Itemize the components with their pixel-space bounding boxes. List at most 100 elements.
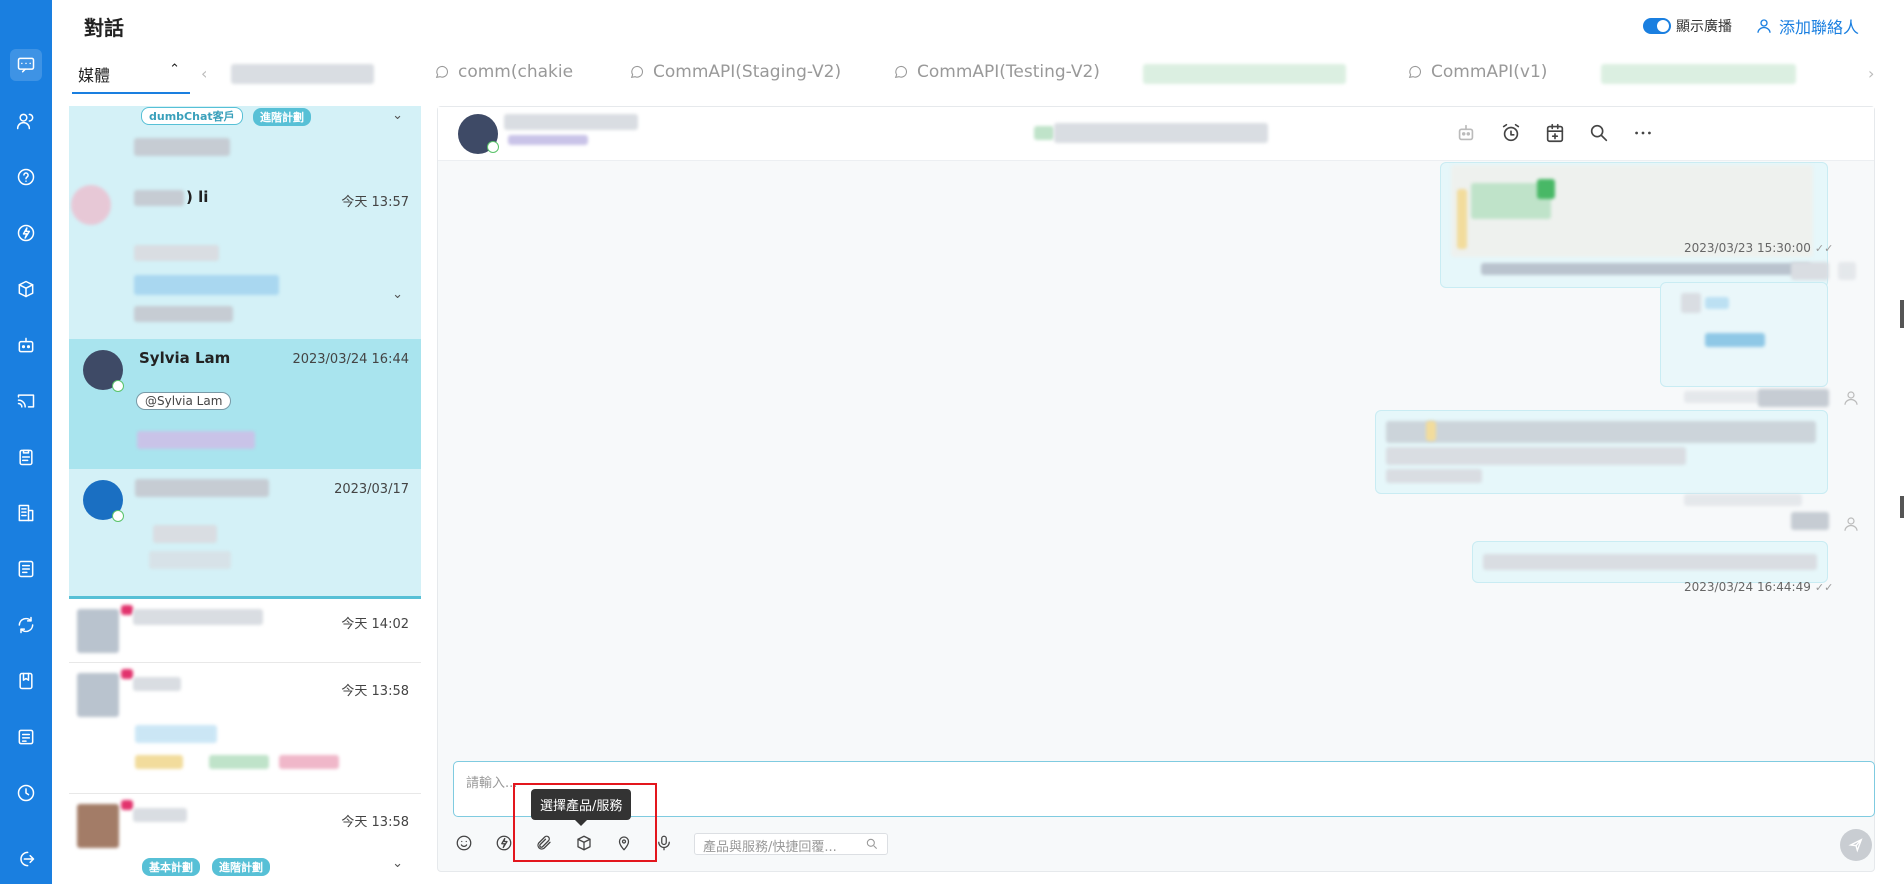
tabs-prev-arrow[interactable]: ‹ <box>201 64 207 83</box>
message-preview <box>135 725 217 743</box>
mention-tag: @Sylvia Lam <box>136 392 232 410</box>
document-icon[interactable] <box>10 553 42 585</box>
sender-name-redacted <box>1791 512 1829 530</box>
message-preview <box>134 138 230 156</box>
conversation-time: 今天 13:57 <box>341 195 409 210</box>
message-content-redacted <box>1705 297 1729 309</box>
conversation-item[interactable]: 今天 14:02 <box>69 599 421 662</box>
send-icon <box>1848 838 1863 853</box>
alarm-clock-icon[interactable] <box>1500 122 1524 146</box>
timestamp-redacted <box>1684 494 1802 506</box>
contact-name-redacted <box>133 677 181 691</box>
calendar-add-icon[interactable] <box>1544 122 1568 146</box>
channel-name-redacted <box>1054 123 1268 143</box>
add-contact-button[interactable]: 添加聯絡人 <box>1755 14 1859 38</box>
chevron-down-icon[interactable]: ⌄ <box>392 108 403 123</box>
message-input[interactable]: 請輸入... <box>453 761 1875 817</box>
contact-name-redacted <box>133 808 187 822</box>
whatsapp-icon <box>435 65 448 79</box>
channel-tab-redacted[interactable] <box>1601 64 1796 84</box>
message-bubble-location[interactable] <box>1440 162 1828 288</box>
help-icon[interactable] <box>10 161 42 193</box>
conversation-item[interactable]: 今天 13:58 <box>69 663 421 793</box>
robot-icon[interactable] <box>10 329 42 361</box>
message-content-redacted <box>1386 421 1816 443</box>
whatsapp-icon <box>1408 65 1421 79</box>
channel-tab-redacted[interactable] <box>1143 64 1346 84</box>
conversation-item[interactable]: dumbChat客戶 進階計劃 ⌄ <box>69 106 421 169</box>
sync-icon[interactable] <box>10 609 42 641</box>
channel-tab-staging[interactable]: CommAPI(Staging-V2) <box>629 62 841 82</box>
read-receipt-icon: ✓✓ <box>1814 581 1834 594</box>
more-icon[interactable] <box>1632 122 1656 146</box>
building-icon[interactable] <box>10 497 42 529</box>
message-timestamp: 2023/03/24 16:44:49 ✓✓ <box>1684 580 1833 594</box>
channel-tab-label: comm(chakie <box>458 62 574 82</box>
conversation-item[interactable]: 2023/03/17 <box>69 469 421 599</box>
contact-name: Sylvia Lam <box>139 349 231 367</box>
chevron-down-icon[interactable]: ⌄ <box>392 856 403 871</box>
broadcast-toggle-group[interactable]: 顯示廣播 <box>1643 16 1732 36</box>
conversation-list: dumbChat客戶 進階計劃 ⌄ ) li 今天 13:57 ⌄ Sylvia… <box>69 106 421 884</box>
emoji-icon[interactable] <box>453 832 475 854</box>
message-input-placeholder: 請輸入... <box>466 776 518 791</box>
quick-reply-search-input[interactable]: 產品與服務/快捷回覆... <box>694 833 888 855</box>
avatar <box>77 673 119 717</box>
media-tab-label: 媒體 <box>78 66 111 85</box>
scroll-indicator[interactable] <box>1900 300 1904 328</box>
channel-tab-redacted[interactable] <box>231 64 374 84</box>
conversation-item[interactable]: ) li 今天 13:57 ⌄ <box>69 169 421 339</box>
package-icon[interactable] <box>10 273 42 305</box>
clock-icon[interactable] <box>10 777 42 809</box>
chat-panel: 2023/03/23 15:30:00 ✓✓ 2023/03/24 16:44:4… <box>437 106 1875 872</box>
contact-name-redacted <box>133 609 263 625</box>
chevron-up-icon[interactable]: ⌃ <box>169 62 180 77</box>
search-icon[interactable] <box>1588 122 1612 146</box>
channel-tab-testing[interactable]: CommAPI(Testing-V2) <box>893 62 1100 82</box>
scroll-indicator[interactable] <box>1900 496 1904 518</box>
tag-advanced-plan: 進階計劃 <box>212 858 270 876</box>
left-nav-rail <box>0 0 52 884</box>
message-preview <box>134 245 219 261</box>
broadcast-label: 顯示廣播 <box>1676 19 1732 35</box>
message-bubble[interactable] <box>1660 282 1828 387</box>
channel-tab-comm-chakie[interactable]: comm(chakie <box>434 62 573 82</box>
quick-reply-icon[interactable] <box>493 832 515 854</box>
sender-name-redacted <box>1791 262 1829 280</box>
badge-icon[interactable] <box>10 665 42 697</box>
conversation-time: 今天 13:58 <box>341 684 409 699</box>
avatar <box>71 185 111 225</box>
send-button[interactable] <box>1840 829 1872 861</box>
notes-icon[interactable] <box>10 721 42 753</box>
channel-badge-redacted <box>1034 126 1054 140</box>
message-preview <box>135 755 183 769</box>
map-preview <box>1537 179 1555 199</box>
cast-icon[interactable] <box>10 385 42 417</box>
message-timestamp: 2023/03/23 15:30:00 ✓✓ <box>1684 241 1833 255</box>
conversation-item[interactable]: 今天 13:58 基本計劃 進階計劃 ⌄ <box>69 794 421 884</box>
user-icon <box>1842 389 1860 407</box>
contacts-icon[interactable] <box>10 105 42 137</box>
broadcast-toggle[interactable] <box>1643 18 1671 34</box>
logout-icon[interactable] <box>10 843 42 875</box>
message-preview <box>209 755 269 769</box>
quick-reply-placeholder: 產品與服務/快捷回覆... <box>703 840 837 855</box>
chat-icon[interactable] <box>10 49 42 81</box>
whatsapp-badge-icon <box>112 380 124 392</box>
channel-tab-label: CommAPI(v1) <box>1431 62 1548 82</box>
add-user-icon <box>1757 19 1771 33</box>
message-bubble[interactable] <box>1375 410 1828 494</box>
flash-icon[interactable] <box>10 217 42 249</box>
conversation-item-selected[interactable]: Sylvia Lam 2023/03/24 16:44 @Sylvia Lam <box>69 339 421 469</box>
map-preview <box>1457 189 1467 249</box>
clipboard-icon[interactable] <box>10 441 42 473</box>
media-tab[interactable]: 媒體 ⌃ <box>72 58 190 94</box>
conversation-time: 2023/03/24 16:44 <box>292 352 409 367</box>
sender-avatar <box>1838 262 1856 280</box>
chevron-down-icon[interactable]: ⌄ <box>392 287 403 302</box>
message-preview <box>149 551 231 569</box>
channel-tab-v1[interactable]: CommAPI(v1) <box>1407 62 1547 82</box>
message-bubble[interactable] <box>1472 541 1828 583</box>
robot-icon[interactable] <box>1455 122 1479 146</box>
tabs-next-arrow[interactable]: › <box>1868 64 1874 83</box>
